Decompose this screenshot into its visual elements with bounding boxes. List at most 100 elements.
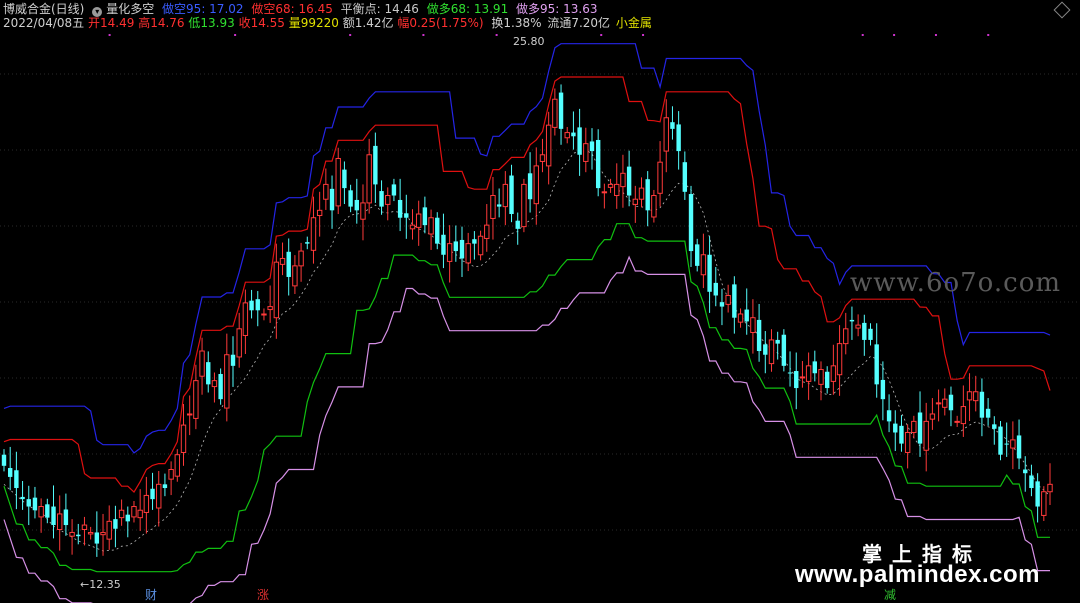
candle-body (886, 410, 892, 422)
indicator-header: 博威合金(日线) ▾ 量化多空 做空95: 17.02 做空68: 16.45 平… (3, 2, 602, 17)
candle-body (94, 532, 100, 544)
candle-body (799, 376, 806, 379)
candle-body (206, 362, 211, 385)
candle-body (255, 299, 260, 311)
candle-body (756, 319, 762, 352)
event-marker-finance[interactable]: 财 (145, 586, 157, 603)
candle-body (830, 365, 837, 382)
candle-body (298, 250, 304, 267)
candle-body (595, 139, 601, 189)
signal-dot (422, 34, 425, 36)
candle-body (143, 494, 150, 513)
signal-dot (987, 34, 990, 36)
candle-body (527, 173, 533, 200)
candle-body (973, 391, 979, 402)
candle-body (236, 328, 242, 358)
candle-body (651, 195, 657, 218)
candle-body (224, 354, 230, 409)
candle-body (645, 179, 650, 211)
candle-body (874, 344, 879, 385)
candle-body (638, 187, 645, 200)
signal-dot (108, 34, 111, 36)
candle-body (310, 217, 317, 251)
candle-body (632, 198, 639, 205)
candle-body (768, 339, 775, 365)
candle-body (465, 243, 471, 264)
candle-body (484, 224, 490, 239)
candle-body (992, 424, 997, 429)
max-price-label: 25.80 (513, 35, 545, 48)
candle-body (985, 408, 991, 418)
candle-body (125, 514, 130, 522)
candle-body (893, 423, 898, 433)
candle-body (1010, 439, 1016, 449)
candle-body (862, 322, 867, 340)
candle-body (713, 282, 718, 296)
candle-body (63, 509, 69, 526)
quote-change: 幅0.25(1.75%) (397, 16, 484, 30)
candle-body (335, 157, 341, 207)
candle-body (162, 484, 168, 489)
price-chart[interactable] (0, 0, 1080, 603)
candle-body (1023, 469, 1028, 474)
candle-body (1035, 481, 1040, 507)
quote-open: 开14.49 (88, 16, 135, 30)
candle-body (20, 496, 25, 500)
candle-body (323, 183, 329, 200)
candle-body (904, 431, 911, 453)
candle-body (14, 470, 19, 489)
quote-volume: 量99220 (288, 16, 339, 30)
candle-body (391, 184, 397, 196)
candle-body (911, 420, 917, 433)
candle-body (342, 169, 347, 189)
candle-body (539, 154, 546, 162)
candle-body (459, 239, 465, 259)
stock-title[interactable]: 博威合金(日线) (3, 2, 84, 16)
candle-body (923, 420, 929, 451)
signal-dot (642, 34, 645, 36)
candle-body (51, 506, 56, 526)
candle-body (186, 413, 193, 416)
candle-body (305, 242, 310, 244)
quote-close: 收14.55 (238, 16, 285, 30)
candle-body (441, 234, 446, 255)
candle-body (100, 531, 106, 536)
candle-body (199, 350, 205, 377)
candle-body (472, 239, 477, 244)
candle-body (1004, 443, 1009, 445)
quote-date: 2022/04/08五 (3, 16, 85, 30)
candle-body (670, 122, 675, 129)
band-lines (3, 43, 1051, 603)
quote-amount: 额1.42亿 (342, 16, 394, 30)
candle-body (571, 132, 576, 137)
candle-body (899, 425, 904, 444)
candle-body (589, 141, 595, 152)
signal-dot (495, 34, 498, 36)
candle-body (818, 369, 824, 385)
candle-body (261, 313, 267, 316)
candle-body (366, 154, 372, 204)
signal-dot (893, 34, 896, 36)
candle-body (583, 143, 589, 162)
indicator-name[interactable]: 量化多空 (106, 2, 154, 16)
candle-body (69, 531, 75, 537)
candle-body (979, 391, 985, 418)
candle-body (558, 92, 564, 129)
candle-body (682, 162, 688, 192)
candle-body (267, 306, 273, 311)
candle-body (385, 195, 391, 205)
candle-body (404, 213, 409, 218)
candle-body (812, 361, 818, 374)
candle-body (948, 394, 954, 411)
candle-body (279, 257, 286, 265)
event-marker-limitup[interactable]: 涨 (257, 586, 269, 603)
candle-body (354, 199, 359, 211)
quote-high: 高14.76 (138, 16, 185, 30)
candle-body (700, 254, 707, 276)
candle-body (316, 209, 323, 217)
candle-body (496, 204, 502, 207)
candle-body (360, 202, 366, 220)
candle-body (663, 117, 669, 152)
signal-dot (234, 34, 237, 36)
quote-sector[interactable]: 小金属 (616, 16, 652, 30)
